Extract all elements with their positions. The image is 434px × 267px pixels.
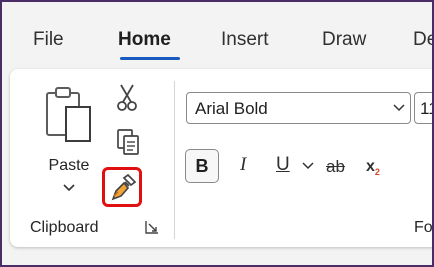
active-tab-underline <box>120 57 180 60</box>
subscript-button[interactable]: x2 <box>366 155 380 184</box>
chevron-down-icon[interactable] <box>302 162 314 170</box>
copy-icon[interactable] <box>116 128 142 156</box>
tab-home[interactable]: Home <box>118 29 171 51</box>
font-name-combobox[interactable]: Arial Bold <box>186 92 411 124</box>
font-group-label: Fo <box>414 219 433 236</box>
chevron-down-icon[interactable] <box>393 104 405 112</box>
italic-button[interactable]: I <box>240 153 246 177</box>
chevron-down-icon[interactable] <box>62 183 76 192</box>
ribbon-tabs: File Home Insert Draw De <box>2 2 432 68</box>
subscript-index: 2 <box>374 167 380 178</box>
word-window-frame: File Home Insert Draw De Paste <box>0 0 434 267</box>
ribbon-home-panel: Paste Clipboard Arial Bold 1 B I U ab x2… <box>10 69 433 247</box>
group-separator <box>174 81 175 239</box>
bold-button[interactable]: B <box>185 149 219 183</box>
tab-draw[interactable]: Draw <box>322 29 366 51</box>
font-size-value: 11 <box>420 99 432 118</box>
font-size-combobox[interactable]: 11 <box>414 92 432 124</box>
tab-insert[interactable]: Insert <box>221 29 269 51</box>
clipboard-group-label: Clipboard <box>30 219 99 236</box>
underline-button[interactable]: U <box>276 153 290 177</box>
paste-icon <box>46 87 91 142</box>
font-name-value: Arial Bold <box>195 99 268 118</box>
strikethrough-button[interactable]: ab <box>326 155 345 179</box>
cut-icon[interactable] <box>115 83 139 113</box>
dialog-launcher-icon[interactable] <box>145 220 159 234</box>
paste-label: Paste <box>48 157 90 174</box>
subscript-label: x <box>366 158 375 175</box>
paste-button[interactable]: Paste <box>38 79 100 199</box>
tab-design[interactable]: De <box>413 29 432 51</box>
format-painter-highlight-box <box>102 167 142 207</box>
tab-file[interactable]: File <box>33 29 64 51</box>
